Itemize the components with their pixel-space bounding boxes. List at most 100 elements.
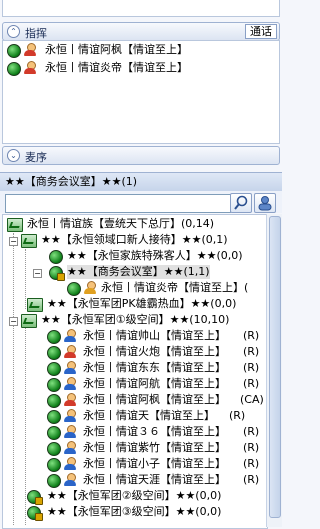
user-avatar-icon bbox=[63, 345, 77, 359]
user-name: 永恒丨情谊小子【情谊至上】 bbox=[83, 457, 226, 470]
search-icon bbox=[234, 195, 248, 210]
user-role-tag: (R) bbox=[243, 377, 260, 390]
tree-user[interactable]: 永恒丨情谊东东【情谊至上】 (R) bbox=[5, 361, 267, 377]
call-tab-button[interactable]: 通话 bbox=[245, 24, 277, 39]
room-title: ★★【商务会议室】★★(1) bbox=[5, 175, 138, 188]
collapse-toggle-icon[interactable]: − bbox=[33, 269, 42, 278]
channel-folder-icon bbox=[27, 298, 43, 312]
lock-icon bbox=[35, 513, 43, 521]
online-status-icon bbox=[47, 378, 61, 392]
chevron-up-icon[interactable]: ⌃ bbox=[7, 25, 20, 38]
collapse-toggle-icon[interactable]: − bbox=[9, 317, 18, 326]
scrollbar-thumb[interactable] bbox=[269, 216, 281, 518]
user-avatar-icon bbox=[63, 377, 77, 391]
tree-user[interactable]: 永恒丨情谊天涯【情谊至上】 (R) bbox=[5, 473, 267, 489]
lock-icon bbox=[35, 497, 43, 505]
tree-channel-current[interactable]: − ★★【商务会议室】★★(1,1) bbox=[5, 265, 267, 281]
chevron-down-icon[interactable]: ⌄ bbox=[7, 149, 20, 162]
command-member-name: 永恒丨情谊阿枫【情谊至上】 bbox=[45, 43, 188, 56]
user-label: 永恒丨情谊炎帝【情谊至上】( bbox=[101, 281, 249, 294]
tree-channel[interactable]: ★★【永恒军团②级空间】★★(0,0) bbox=[5, 489, 267, 505]
tree-user[interactable]: 永恒丨情谊紫竹【情谊至上】 (R) bbox=[5, 441, 267, 457]
command-member[interactable]: 永恒丨情谊炎帝【情谊至上】 bbox=[5, 61, 275, 77]
collapse-toggle-icon[interactable]: − bbox=[9, 237, 18, 246]
channel-label: ★★【永恒军团①级空间】★★(10,10) bbox=[41, 313, 230, 326]
online-status-icon bbox=[47, 442, 61, 456]
search-input[interactable] bbox=[5, 194, 231, 213]
channel-label: ★★【商务会议室】★★(1,1) bbox=[67, 265, 210, 279]
locate-user-icon bbox=[258, 196, 272, 211]
tree-user[interactable]: 永恒丨情谊３６【情谊至上】 (R) bbox=[5, 425, 267, 441]
search-row bbox=[0, 191, 282, 213]
command-section-header[interactable]: ⌃ 指挥 通话 bbox=[2, 22, 280, 41]
channel-status-icon bbox=[49, 250, 63, 264]
user-avatar-icon bbox=[63, 441, 77, 455]
user-role-tag: (R) bbox=[243, 329, 260, 342]
user-avatar-icon bbox=[63, 473, 77, 487]
tree-user[interactable]: 永恒丨情谊小子【情谊至上】 (R) bbox=[5, 457, 267, 473]
channel-label: ★★【永恒军团③级空间】★★(0,0) bbox=[47, 505, 222, 518]
channel-label: ★★【永恒领域口新人接待】★★(0,1) bbox=[41, 233, 228, 246]
tree-root-channel[interactable]: 永恒丨情谊族【壹统天下总厅】(0,14) bbox=[5, 217, 267, 233]
online-status-icon bbox=[47, 474, 61, 488]
channel-folder-icon bbox=[7, 218, 23, 232]
user-name: 永恒丨情谊火炮【情谊至上】 bbox=[83, 345, 226, 358]
tree-channel[interactable]: ★★【永恒家族特殊客人】★★(0,0) bbox=[5, 249, 267, 265]
online-status-icon bbox=[47, 394, 61, 408]
tree-user[interactable]: 永恒丨情谊帅山【情谊至上】 (R) bbox=[5, 329, 267, 345]
channel-label: ★★【永恒军团PK雄霸热血】★★(0,0) bbox=[47, 297, 237, 310]
user-role-tag: (R) bbox=[243, 457, 260, 470]
tree-channel[interactable]: ★★【永恒军团PK雄霸热血】★★(0,0) bbox=[5, 297, 267, 313]
user-role-tag: (R) bbox=[243, 345, 260, 358]
command-member[interactable]: 永恒丨情谊阿枫【情谊至上】 bbox=[5, 43, 275, 59]
room-title-bar: ★★【商务会议室】★★(1) bbox=[0, 172, 282, 192]
channel-folder-icon bbox=[21, 314, 37, 328]
tree-user[interactable]: 永恒丨情谊阿枫【情谊至上】 (CA) bbox=[5, 393, 267, 409]
tree-channel[interactable]: − ★★【永恒领域口新人接待】★★(0,1) bbox=[5, 233, 267, 249]
user-name: 永恒丨情谊帅山【情谊至上】 bbox=[83, 329, 226, 342]
channel-folder-icon bbox=[21, 234, 37, 248]
tree-channel[interactable]: − ★★【永恒军团①级空间】★★(10,10) bbox=[5, 313, 267, 329]
tree-user[interactable]: 永恒丨情谊炎帝【情谊至上】( bbox=[5, 281, 267, 297]
tree-user[interactable]: 永恒丨情谊阿航【情谊至上】 (R) bbox=[5, 377, 267, 393]
top-panel bbox=[2, 0, 280, 17]
command-section-title: 指挥 bbox=[25, 27, 47, 40]
user-avatar-icon bbox=[63, 361, 77, 375]
locate-user-button[interactable] bbox=[254, 193, 276, 213]
wheat-section-header[interactable]: ⌄ 麦序 bbox=[2, 146, 280, 165]
user-role-tag: (R) bbox=[229, 409, 246, 422]
lock-icon bbox=[57, 273, 65, 281]
user-role-tag: (R) bbox=[243, 361, 260, 374]
user-role-tag: (R) bbox=[243, 473, 260, 486]
user-avatar-icon bbox=[63, 457, 77, 471]
user-avatar-icon bbox=[63, 409, 77, 423]
channel-label: 永恒丨情谊族【壹统天下总厅】(0,14) bbox=[27, 217, 215, 230]
tree-channel[interactable]: ★★【永恒军团③级空间】★★(0,0) bbox=[5, 505, 267, 521]
tree-user[interactable]: 永恒丨情谊天【情谊至上】 (R) bbox=[5, 409, 267, 425]
online-status-icon bbox=[67, 282, 81, 296]
user-name: 永恒丨情谊３６【情谊至上】 bbox=[83, 425, 226, 438]
online-status-icon bbox=[7, 44, 21, 58]
tree-user[interactable]: 永恒丨情谊火炮【情谊至上】 (R) bbox=[5, 345, 267, 361]
online-status-icon bbox=[7, 62, 21, 76]
user-avatar-icon bbox=[63, 393, 77, 407]
user-role-tag: (CA) bbox=[240, 393, 264, 406]
wheat-section-title: 麦序 bbox=[25, 151, 47, 164]
channel-label: ★★【永恒军团②级空间】★★(0,0) bbox=[47, 489, 222, 502]
user-name: 永恒丨情谊天【情谊至上】 bbox=[83, 409, 215, 422]
tree-scrollbar[interactable] bbox=[266, 214, 282, 527]
search-button[interactable] bbox=[230, 193, 252, 213]
channel-tree[interactable]: 永恒丨情谊族【壹统天下总厅】(0,14) − ★★【永恒领域口新人接待】★★(0… bbox=[2, 214, 268, 529]
user-name: 永恒丨情谊紫竹【情谊至上】 bbox=[83, 441, 226, 454]
channel-label: ★★【永恒家族特殊客人】★★(0,0) bbox=[67, 249, 243, 262]
user-avatar-icon bbox=[83, 281, 97, 295]
online-status-icon bbox=[47, 410, 61, 424]
user-name: 永恒丨情谊阿航【情谊至上】 bbox=[83, 377, 226, 390]
user-role-tag: (R) bbox=[243, 425, 260, 438]
command-member-name: 永恒丨情谊炎帝【情谊至上】 bbox=[45, 61, 188, 74]
user-name: 永恒丨情谊天涯【情谊至上】 bbox=[83, 473, 226, 486]
user-avatar-icon bbox=[23, 61, 37, 75]
online-status-icon bbox=[47, 362, 61, 376]
online-status-icon bbox=[47, 426, 61, 440]
user-role-tag: (R) bbox=[243, 441, 260, 454]
